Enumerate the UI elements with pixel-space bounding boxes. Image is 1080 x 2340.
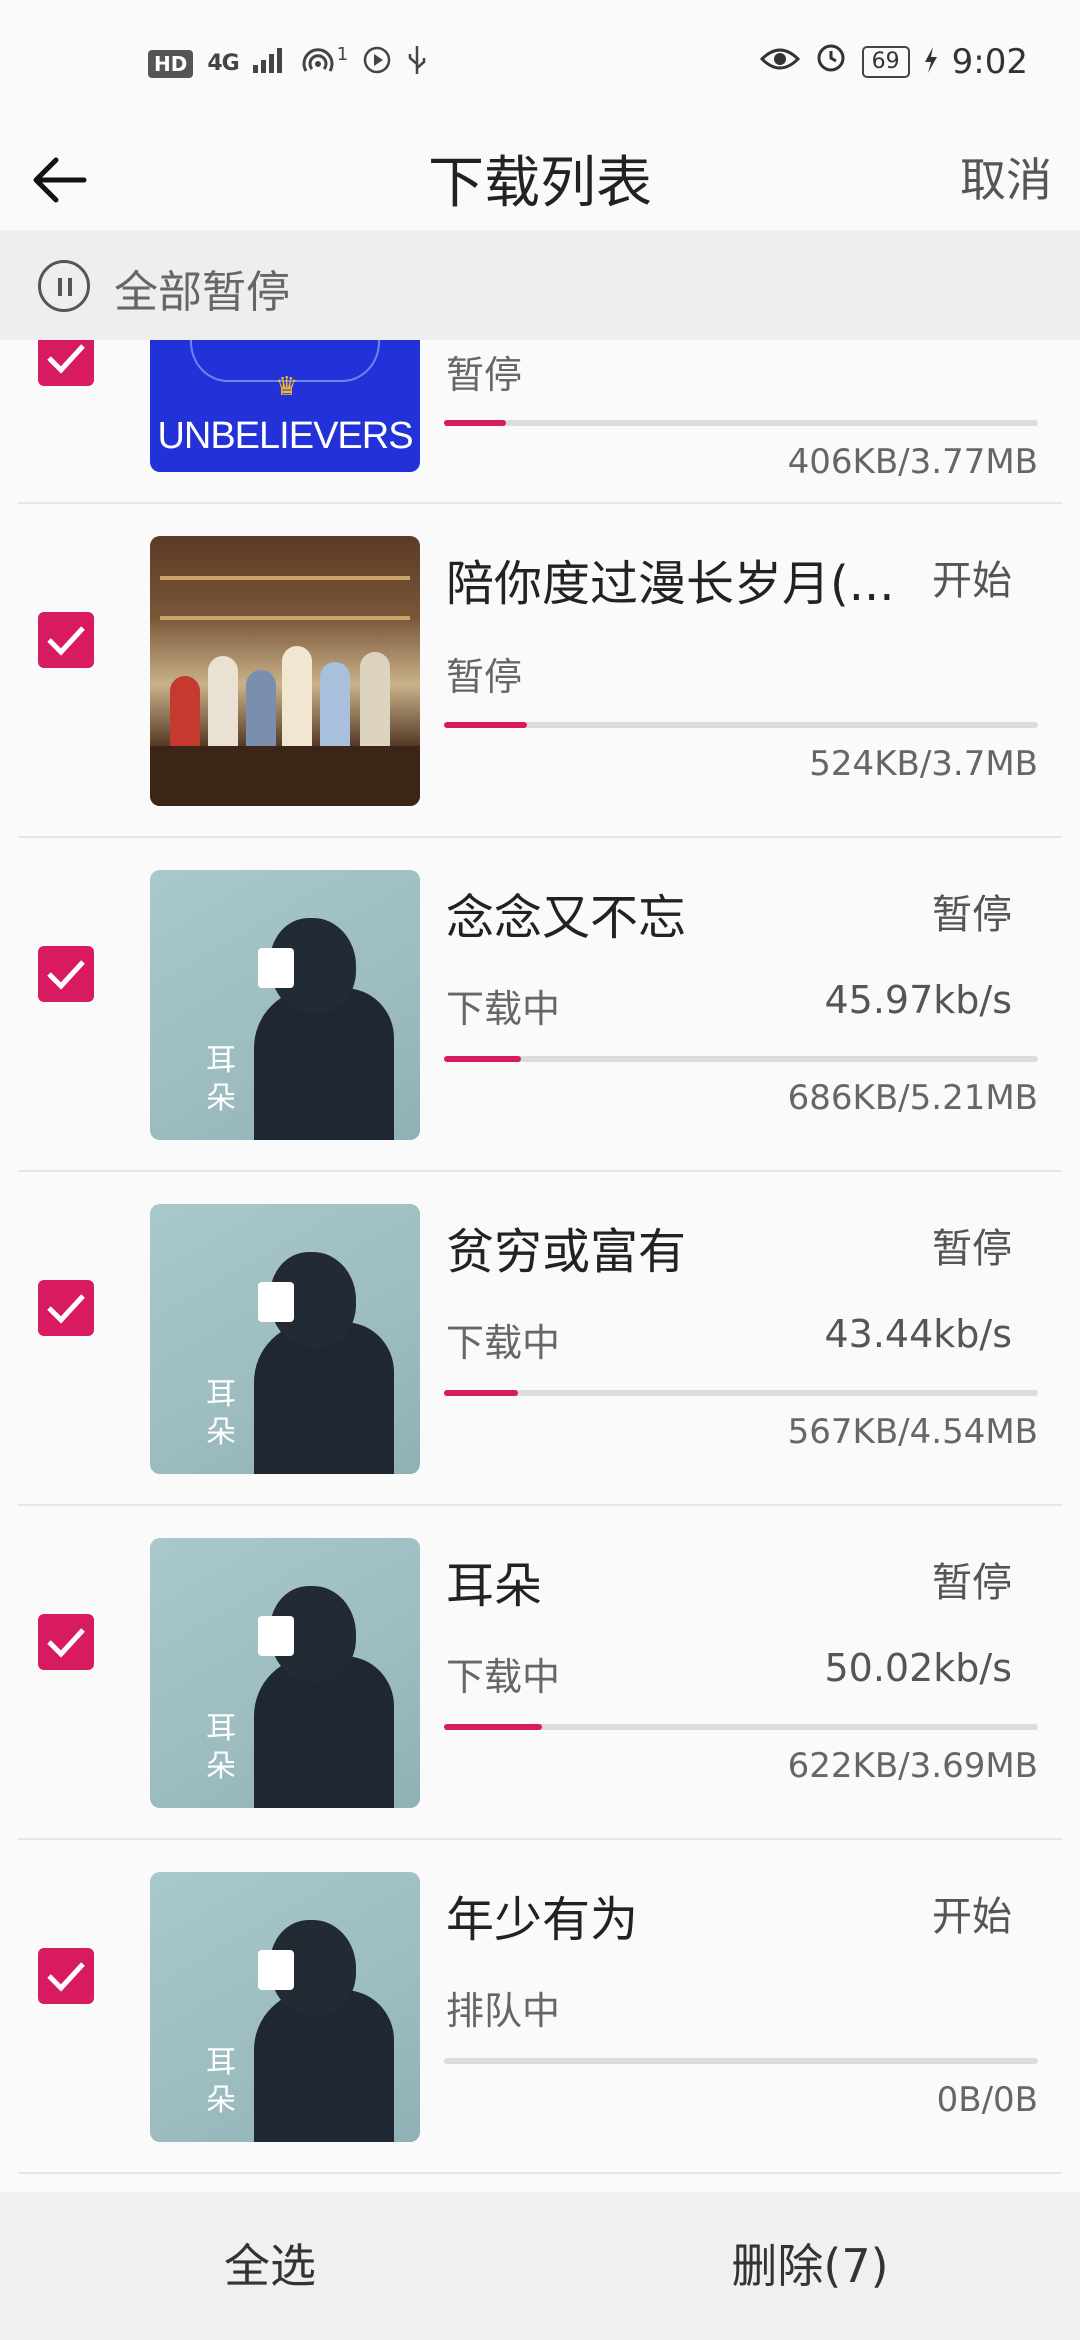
- select-all-button[interactable]: 全选: [0, 2192, 540, 2340]
- download-state: 排队中: [446, 1989, 561, 2033]
- pause-all-label: 全部暂停: [114, 267, 290, 318]
- progress-bar: [444, 1056, 1038, 1062]
- song-title: 耳朵: [446, 1558, 543, 1614]
- file-size: 0B/0B: [936, 2080, 1038, 2120]
- crown-icon: ♛: [275, 372, 299, 402]
- cover-title: 耳朵: [206, 1043, 236, 1116]
- check-icon: [47, 1294, 85, 1324]
- pause-button[interactable]: 暂停: [932, 1550, 1012, 1608]
- file-size: 524KB/3.7MB: [809, 744, 1038, 784]
- signal-icon: [252, 47, 287, 80]
- download-state: 下载中: [446, 1321, 561, 1365]
- download-item[interactable]: 耳朵 贫穷或富有 暂停 下载中 43.44kb/s 567KB/4.54MB: [0, 1172, 1080, 1506]
- file-size: 622KB/3.69MB: [787, 1746, 1038, 1786]
- item-checkbox[interactable]: [38, 1614, 94, 1670]
- download-item[interactable]: 陪你度过漫长岁月(... 开始 暂停 524KB/3.7MB: [0, 504, 1080, 838]
- progress-bar: [444, 722, 1038, 728]
- delete-button[interactable]: 删除(7): [540, 2192, 1080, 2340]
- page-title: 下载列表: [428, 151, 652, 216]
- cancel-button[interactable]: 取消: [960, 144, 1052, 210]
- pause-all-button[interactable]: 全部暂停: [0, 230, 1080, 340]
- check-icon: [47, 1628, 85, 1658]
- eye-icon: [759, 42, 800, 82]
- start-button[interactable]: 开始: [932, 1884, 1012, 1942]
- play-icon: [362, 45, 392, 82]
- item-checkbox[interactable]: [38, 1948, 94, 2004]
- cover-title: 耳朵: [206, 2045, 236, 2118]
- check-icon: [47, 960, 85, 990]
- app-header: 下载列表 取消: [0, 130, 1080, 230]
- check-icon: [47, 1962, 85, 1992]
- pause-button[interactable]: 暂停: [932, 882, 1012, 940]
- check-icon: [47, 626, 85, 656]
- download-item[interactable]: 耳朵 耳朵 暂停 下载中 50.02kb/s 622KB/3.69MB: [0, 1506, 1080, 1840]
- cover-title: 耳朵: [206, 1711, 236, 1784]
- charging-icon: [924, 42, 938, 82]
- item-checkbox[interactable]: [38, 946, 94, 1002]
- status-left-icons: HD 4G 1: [148, 44, 428, 83]
- pause-circle-icon: [38, 260, 90, 312]
- network-4g-icon: 4G: [207, 51, 239, 76]
- clock-time: 9:02: [951, 41, 1028, 82]
- song-title: 陪你度过漫长岁月(...: [446, 556, 895, 612]
- download-state: 暂停: [446, 655, 523, 699]
- download-item[interactable]: 耳朵 年少有为 开始 排队中 0B/0B: [0, 1840, 1080, 2174]
- download-state: 下载中: [446, 987, 561, 1031]
- file-size: 567KB/4.54MB: [787, 1412, 1038, 1452]
- download-speed: 43.44kb/s: [824, 1312, 1012, 1356]
- start-button[interactable]: 开始: [932, 548, 1012, 606]
- status-bar: HD 4G 1 69 9:02: [0, 0, 1080, 130]
- alarm-icon: [814, 40, 848, 83]
- status-right-icons: 69 9:02: [759, 40, 1028, 83]
- album-cover: [150, 536, 420, 806]
- progress-bar: [444, 1724, 1038, 1730]
- progress-fill: [444, 1724, 542, 1730]
- album-cover: 耳朵: [150, 1204, 420, 1474]
- check-icon: [47, 344, 85, 374]
- download-state: 暂停: [446, 353, 523, 397]
- album-cover: ♛ UNBELIEVERS: [150, 340, 420, 472]
- cover-title: UNBELIEVERS: [157, 415, 413, 457]
- item-checkbox[interactable]: [38, 612, 94, 668]
- progress-bar: [444, 1390, 1038, 1396]
- hd-icon: HD: [148, 49, 194, 78]
- song-title: 念念又不忘: [446, 890, 687, 946]
- download-speed: 50.02kb/s: [824, 1646, 1012, 1690]
- album-cover: 耳朵: [150, 1872, 420, 2142]
- bottom-action-bar: 全选 删除(7): [0, 2192, 1080, 2340]
- cover-title: 耳朵: [206, 1377, 236, 1450]
- hotspot-count: 1: [336, 44, 349, 65]
- progress-bar: [444, 2058, 1038, 2064]
- progress-fill: [444, 1056, 522, 1062]
- progress-bar: [444, 420, 1038, 426]
- battery-icon: 69: [861, 45, 910, 78]
- usb-icon: [406, 44, 428, 83]
- download-state: 下载中: [446, 1655, 561, 1699]
- album-cover: 耳朵: [150, 1538, 420, 1808]
- item-checkbox[interactable]: [38, 1280, 94, 1336]
- album-cover: 耳朵: [150, 870, 420, 1140]
- song-title: 年少有为: [446, 1892, 639, 1948]
- item-checkbox[interactable]: [38, 340, 94, 386]
- file-size: 686KB/5.21MB: [787, 1078, 1038, 1118]
- download-item[interactable]: ♛ UNBELIEVERS 暂停 406KB/3.77MB: [0, 340, 1080, 504]
- pause-button[interactable]: 暂停: [932, 1216, 1012, 1274]
- hotspot-icon: [301, 45, 335, 82]
- download-speed: 45.97kb/s: [824, 978, 1012, 1022]
- progress-fill: [444, 722, 528, 728]
- song-title: 贫穷或富有: [446, 1224, 687, 1280]
- download-item[interactable]: 耳朵 念念又不忘 暂停 下载中 45.97kb/s 686KB/5.21MB: [0, 838, 1080, 1172]
- download-list[interactable]: ♛ UNBELIEVERS 暂停 406KB/3.77MB 陪你度过漫长岁月(.…: [0, 340, 1080, 2192]
- progress-fill: [444, 1390, 519, 1396]
- file-size: 406KB/3.77MB: [787, 442, 1038, 482]
- progress-fill: [444, 420, 507, 426]
